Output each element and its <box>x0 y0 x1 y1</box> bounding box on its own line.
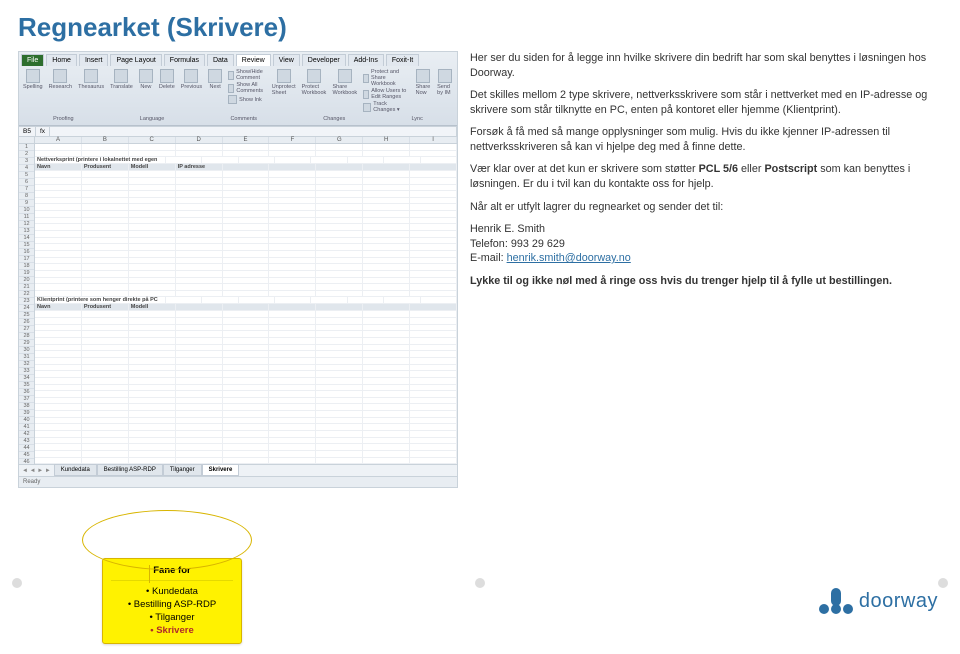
sheet-tab-tilganger: Tilganger <box>163 464 202 476</box>
ribbon-tabs: File Home Insert Page Layout Formulas Da… <box>19 52 457 66</box>
callout-item: Kundedata <box>111 585 233 598</box>
ribbon-change-opts: Protect and Share Workbook Allow Users t… <box>363 69 409 113</box>
callout-connector <box>82 510 252 570</box>
ribbon-tab-foxit: Foxit-It <box>386 54 419 66</box>
para-info: Forsøk å få med så mange opplysninger so… <box>470 125 942 154</box>
fx-input <box>50 127 457 136</box>
ribbon-body: Spelling Research Thesaurus Translate Ne… <box>19 66 457 116</box>
sheet-tab-skrivere: Skrivere <box>202 464 240 476</box>
sheet-tab-kundedata: Kundedata <box>54 464 97 476</box>
ribbon-translate: Translate <box>110 69 133 113</box>
ribbon-tab-addins: Add-Ins <box>348 54 384 66</box>
sheet-grid: 1234567891011121314151617181920212223242… <box>19 144 457 464</box>
ribbon-next: Next <box>208 69 222 113</box>
callout-wrap: Fane for Kundedata Bestilling ASP-RDP Ti… <box>102 558 242 644</box>
cell-ref: B5 <box>19 127 36 136</box>
ribbon: File Home Insert Page Layout Formulas Da… <box>19 52 457 126</box>
logo-text: doorway <box>859 590 938 613</box>
para-pcl: Vær klar over at det kun er skrivere som… <box>470 162 942 191</box>
ribbon-comment-opts: Show/Hide Comment Show All Comments Show… <box>228 69 266 113</box>
ribbon-unprotect: Unprotect Sheet <box>272 69 296 113</box>
excel-screenshot: File Home Insert Page Layout Formulas Da… <box>18 51 458 488</box>
ribbon-tab-developer: Developer <box>302 54 346 66</box>
explanation-text: Her ser du siden for å legge inn hvilke … <box>470 51 942 488</box>
ribbon-thesaurus: Thesaurus <box>78 69 104 113</box>
ribbon-tab-formulas: Formulas <box>164 54 205 66</box>
para-send: Når alt er utfylt lagrer du regnearket o… <box>470 200 942 215</box>
ribbon-tab-review: Review <box>236 54 271 66</box>
ribbon-delete: Delete <box>159 69 175 113</box>
callout-item: Tilganger <box>111 611 233 624</box>
ribbon-tab-page-layout: Page Layout <box>110 54 161 66</box>
callout-list: Kundedata Bestilling ASP-RDP Tilganger S… <box>111 585 233 637</box>
ribbon-tab-data: Data <box>207 54 234 66</box>
fx-label: fx <box>36 127 50 136</box>
ribbon-research: Research <box>49 69 73 113</box>
main-content: File Home Insert Page Layout Formulas Da… <box>0 51 960 488</box>
footer-area: Fane for Kundedata Bestilling ASP-RDP Ti… <box>0 558 960 644</box>
para-closing: Lykke til og ikke nøl med å ringe oss hv… <box>470 274 942 289</box>
callout-item-current: Skrivere <box>111 624 233 637</box>
para-intro: Her ser du siden for å legge inn hvilke … <box>470 51 942 80</box>
ribbon-sections: Proofing Language Comments Changes Lync <box>19 116 457 125</box>
contact-block: Henrik E. Smith Telefon: 993 29 629 E-ma… <box>470 222 942 266</box>
para-types: Det skilles mellom 2 type skrivere, nett… <box>470 88 942 117</box>
sheet-tab-bestilling: Bestilling ASP-RDP <box>97 464 163 476</box>
sheet-tabs: ◄ ◄ ► ► Kundedata Bestilling ASP-RDP Til… <box>19 464 457 476</box>
ribbon-tab-file: File <box>21 54 44 66</box>
logo-icon <box>817 586 853 616</box>
ribbon-send-im: Send by IM <box>437 69 453 113</box>
page-title: Regnearket (Skrivere) <box>0 0 960 51</box>
ribbon-tab-insert: Insert <box>79 54 109 66</box>
sheet-nav: ◄ ◄ ► ► <box>19 466 54 476</box>
ribbon-spelling: Spelling <box>23 69 43 113</box>
callout-box: Fane for Kundedata Bestilling ASP-RDP Ti… <box>102 558 242 644</box>
ribbon-share: Share Workbook <box>333 69 358 113</box>
callout-item: Bestilling ASP-RDP <box>111 598 233 611</box>
ribbon-tab-home: Home <box>46 54 77 66</box>
status-bar: Ready <box>19 476 457 487</box>
ribbon-previous: Previous <box>181 69 202 113</box>
ribbon-new: New <box>139 69 153 113</box>
ribbon-share-now: Share Now <box>416 69 432 113</box>
contact-tel: Telefon: 993 29 629 <box>470 238 565 250</box>
ribbon-tab-view: View <box>273 54 300 66</box>
contact-email[interactable]: henrik.smith@doorway.no <box>507 252 631 264</box>
ribbon-protect-wb: Protect Workbook <box>302 69 327 113</box>
doorway-logo: doorway <box>817 586 938 616</box>
column-headers: A B C D E F G H I <box>19 137 457 144</box>
contact-name: Henrik E. Smith <box>470 223 545 235</box>
formula-bar: B5 fx <box>19 126 457 137</box>
